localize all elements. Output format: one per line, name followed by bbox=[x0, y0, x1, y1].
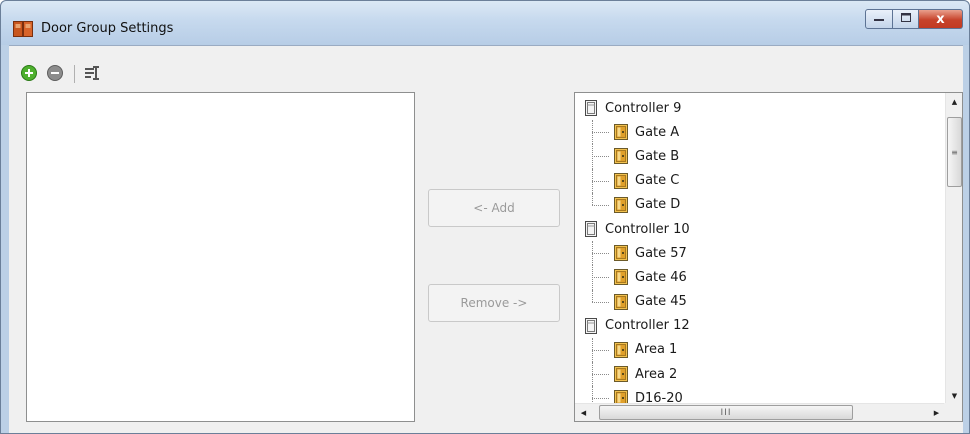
tree-node-label: Gate B bbox=[635, 148, 680, 164]
tree-connector-line bbox=[592, 156, 609, 158]
door-icon bbox=[613, 245, 629, 262]
door-icon bbox=[613, 124, 629, 141]
controller-icon bbox=[583, 100, 599, 117]
tree-items: Controller 9 Gate A Gate B Gate C Gate D Cont… bbox=[575, 96, 938, 411]
tree-node-label: Area 1 bbox=[635, 342, 678, 358]
vertical-scroll-thumb[interactable]: ≡ bbox=[947, 117, 962, 187]
tree-door-node[interactable]: Gate B bbox=[575, 144, 938, 169]
add-circle-icon bbox=[21, 64, 37, 84]
tree-node-label: Gate A bbox=[635, 124, 680, 140]
remove-group-button[interactable] bbox=[46, 64, 64, 84]
tree-node-label: Controller 9 bbox=[605, 100, 682, 116]
remove-button[interactable]: Remove -> bbox=[428, 284, 560, 322]
scroll-up-arrow-icon[interactable]: ▲ bbox=[946, 93, 962, 110]
tree-connector-line bbox=[592, 132, 609, 134]
add-group-button[interactable] bbox=[20, 64, 38, 84]
door-icon bbox=[613, 148, 629, 165]
tree-door-node[interactable]: Gate D bbox=[575, 192, 938, 217]
tree-connector-line bbox=[592, 253, 609, 255]
tree-connector-line bbox=[592, 301, 609, 303]
tree-door-node[interactable]: Gate 46 bbox=[575, 265, 938, 290]
door-group-icon bbox=[13, 20, 33, 38]
toolbar-separator bbox=[74, 65, 75, 83]
tree-connector-line bbox=[592, 398, 609, 400]
tree-node-label: Gate D bbox=[635, 197, 681, 213]
controller-icon bbox=[583, 317, 599, 334]
door-icon bbox=[613, 293, 629, 310]
maximize-button[interactable] bbox=[893, 9, 919, 29]
minimize-icon bbox=[874, 14, 884, 25]
tree-node-label: Gate 46 bbox=[635, 269, 687, 285]
door-icon bbox=[613, 172, 629, 189]
tree-door-node[interactable]: Gate A bbox=[575, 120, 938, 145]
scroll-right-arrow-icon[interactable]: ▶ bbox=[928, 404, 945, 421]
tree-connector-line bbox=[592, 204, 609, 206]
tree-door-node[interactable]: Gate 57 bbox=[575, 241, 938, 266]
tree-node-label: Gate 45 bbox=[635, 294, 687, 310]
tree-controller-node[interactable]: Controller 9 bbox=[575, 96, 938, 120]
grip-icon: III bbox=[720, 407, 732, 418]
tree-node-label: Area 2 bbox=[635, 366, 678, 382]
horizontal-scroll-thumb[interactable]: III bbox=[599, 405, 853, 420]
minimize-button[interactable] bbox=[865, 9, 893, 29]
tree-controller-node[interactable]: Controller 12 bbox=[575, 314, 938, 338]
horizontal-scrollbar[interactable]: ◀ III ▶ bbox=[575, 403, 945, 421]
tree-connector-line bbox=[592, 180, 609, 182]
tree-door-node[interactable]: Area 2 bbox=[575, 362, 938, 387]
group-doors-list[interactable] bbox=[26, 92, 415, 422]
tree-door-node[interactable]: Gate 45 bbox=[575, 289, 938, 314]
door-icon bbox=[613, 269, 629, 286]
scroll-down-arrow-icon[interactable]: ▼ bbox=[946, 387, 962, 404]
scrollbar-corner bbox=[944, 403, 962, 421]
caption-buttons: x bbox=[865, 9, 963, 29]
properties-button[interactable] bbox=[83, 65, 101, 83]
close-icon: x bbox=[936, 11, 945, 27]
tree-connector-line bbox=[592, 374, 609, 376]
tree-connector-line bbox=[592, 277, 609, 279]
tree-node-label: Controller 10 bbox=[605, 221, 690, 237]
door-icon bbox=[613, 196, 629, 213]
tree-connector-line bbox=[592, 289, 593, 302]
maximize-icon bbox=[900, 13, 911, 25]
window-title: Door Group Settings bbox=[41, 21, 174, 36]
grip-icon: ≡ bbox=[951, 147, 958, 157]
tree-node-label: Controller 12 bbox=[605, 318, 690, 334]
tree-node-label: Gate 57 bbox=[635, 245, 687, 261]
title-bar[interactable]: Door Group Settings x bbox=[1, 1, 969, 45]
controller-tree[interactable]: Controller 9 Gate A Gate B Gate C Gate D Cont… bbox=[574, 92, 963, 422]
door-icon bbox=[613, 341, 629, 358]
tree-controller-node[interactable]: Controller 10 bbox=[575, 217, 938, 241]
door-icon bbox=[613, 366, 629, 383]
vertical-scrollbar[interactable]: ▲ ≡ ▼ bbox=[945, 93, 962, 404]
tree-connector-line bbox=[592, 349, 609, 351]
tree-node-label: Gate C bbox=[635, 173, 680, 189]
add-button[interactable]: <- Add bbox=[428, 189, 560, 227]
toolbar bbox=[20, 64, 109, 84]
tree-door-node[interactable]: Area 1 bbox=[575, 337, 938, 363]
scroll-left-arrow-icon[interactable]: ◀ bbox=[575, 404, 592, 421]
tree-connector-line bbox=[592, 192, 593, 205]
close-button[interactable]: x bbox=[919, 9, 963, 29]
remove-circle-icon bbox=[47, 64, 63, 84]
properties-icon bbox=[84, 65, 100, 84]
controller-icon bbox=[583, 221, 599, 238]
tree-door-node[interactable]: Gate C bbox=[575, 168, 938, 193]
